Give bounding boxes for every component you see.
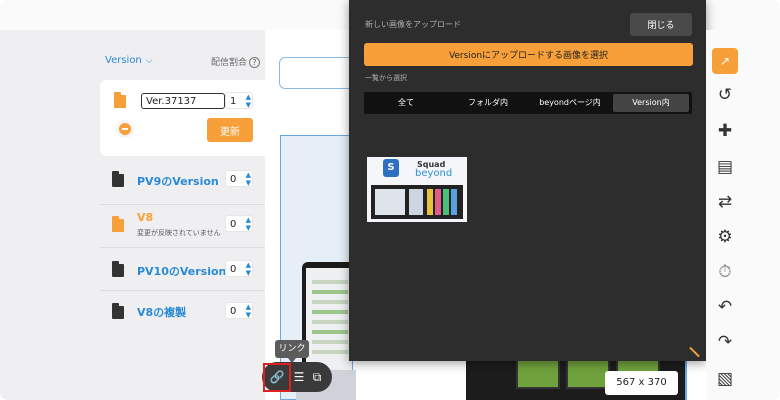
version-name[interactable]: PV10のVersion: [137, 263, 226, 279]
version-row[interactable]: V8 変更が反映されていません 0 ▲ ▼: [100, 208, 265, 248]
stepper-arrows-icon[interactable]: ▲ ▼: [246, 261, 251, 277]
ratio-stepper[interactable]: 0 ▲ ▼: [225, 260, 253, 277]
ratio-stepper[interactable]: 0 ▲ ▼: [225, 302, 253, 319]
file-icon: [112, 303, 124, 319]
ratio-value: 0: [230, 174, 237, 185]
version-name[interactable]: PV9のVersion: [137, 173, 219, 189]
copy-icon[interactable]: ⧉: [306, 364, 328, 390]
modal-title: 新しい画像をアップロード: [365, 20, 461, 29]
canvas-size-badge: 567 x 370: [605, 371, 678, 395]
version-note: 変更が反映されていません: [137, 229, 221, 237]
image-source-tabs: 全て フォルダ内 beyondページ内 Version内: [364, 92, 692, 114]
laptop-image: [302, 262, 352, 372]
close-button[interactable]: 閉じる: [630, 13, 692, 36]
redo-icon[interactable]: ↷: [712, 329, 738, 355]
undo-icon[interactable]: ↶: [712, 294, 738, 320]
ratio-header-label: 配信割合: [210, 58, 247, 68]
external-link-icon[interactable]: ↗: [712, 48, 738, 74]
divider: [100, 290, 265, 291]
version-row[interactable]: V8の複製 0 ▲ ▼: [100, 297, 265, 337]
version-row[interactable]: PV10のVersion 0 ▲ ▼: [100, 255, 265, 295]
thumbnail-screens: [371, 185, 463, 219]
file-icon: [112, 171, 124, 187]
ratio-value: 0: [230, 264, 237, 275]
divider: [100, 247, 265, 248]
thumbnail-text-beyond: beyond: [415, 168, 453, 179]
resize-handle-icon[interactable]: [688, 346, 700, 358]
stopwatch-icon[interactable]: ⏱: [712, 259, 738, 285]
app-window: Version ⌵ 配信割合? 1 ▲▼ 更新 PV9のVersion 0 ▲▼ V8…: [0, 0, 780, 400]
ratio-stepper[interactable]: 0 ▲ ▼: [225, 215, 253, 232]
divider: [100, 204, 265, 205]
file-icon: [112, 216, 124, 232]
version-row[interactable]: PV9のVersion 0 ▲ ▼: [100, 165, 265, 205]
squad-beyond-logo: S: [383, 159, 399, 177]
help-circle-icon[interactable]: ?: [249, 57, 260, 68]
editor-input-box[interactable]: [279, 57, 354, 89]
stepper-arrows-icon[interactable]: ▲ ▼: [246, 216, 251, 232]
file-settings-icon[interactable]: ⚙: [712, 224, 738, 250]
ratio-value: 0: [230, 306, 237, 317]
swap-icon[interactable]: ⇄: [712, 189, 738, 215]
file-icon: [114, 92, 126, 108]
ratio-header: 配信割合?: [211, 55, 260, 68]
version-header[interactable]: Version ⌵ 配信割合?: [105, 55, 260, 71]
ratio-value: 0: [230, 219, 237, 230]
link-tooltip: リンク: [275, 340, 309, 363]
stepper-arrows-icon[interactable]: ▲ ▼: [246, 303, 251, 319]
stepper-arrows-icon[interactable]: ▲ ▼: [246, 171, 251, 187]
version-header-label: Version: [105, 55, 142, 66]
version-name-input[interactable]: [141, 93, 225, 109]
image-add-icon[interactable]: ▧: [712, 366, 738, 392]
ratio-stepper[interactable]: 1 ▲ ▼: [225, 92, 253, 109]
image-thumbnail[interactable]: S Squad beyond: [367, 157, 467, 222]
puzzle-icon[interactable]: ✚: [712, 118, 738, 144]
stepper-arrows-icon[interactable]: ▲ ▼: [246, 93, 251, 109]
tab-beyond-page[interactable]: beyondページ内: [530, 94, 610, 112]
chevron-down-icon[interactable]: ⌵: [146, 56, 153, 66]
remove-version-icon[interactable]: [116, 120, 134, 138]
upload-image-button[interactable]: Versionにアップロードする画像を選択: [364, 43, 693, 66]
tab-folder[interactable]: フォルダ内: [448, 94, 528, 112]
version-name[interactable]: V8の複製: [137, 304, 186, 320]
version-name[interactable]: V8: [137, 211, 153, 224]
tab-all[interactable]: 全て: [366, 94, 446, 112]
ratio-value: 1: [230, 96, 237, 107]
pick-from-list-label: 一覧から選択: [365, 74, 407, 82]
edit-list-icon[interactable]: ▤: [712, 154, 738, 180]
ratio-stepper[interactable]: 0 ▲ ▼: [225, 170, 253, 187]
link-icon[interactable]: 🔗: [263, 363, 291, 392]
file-icon: [112, 261, 124, 277]
tab-version[interactable]: Version内: [613, 94, 689, 112]
update-button[interactable]: 更新: [207, 118, 253, 142]
history-icon[interactable]: ↺: [712, 82, 738, 108]
